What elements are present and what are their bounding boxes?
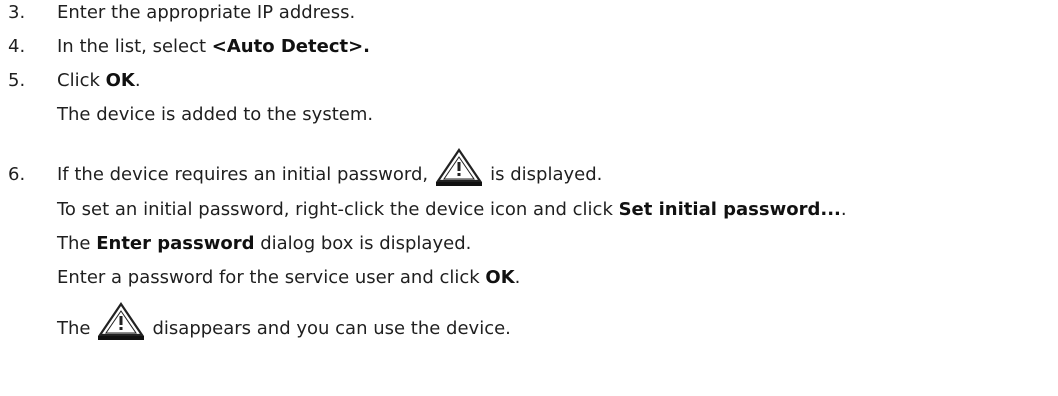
step-5-post: . [134, 70, 141, 91]
step-6-line-5-pre: The [57, 318, 91, 339]
step-5-pre: Click [57, 70, 106, 91]
step-4-number: 4. [8, 36, 26, 57]
step-6-line-4-post: . [514, 267, 521, 288]
step-6-line-2: To set an initial password, right-click … [57, 199, 847, 221]
step-5-bold: OK [105, 70, 135, 91]
step-4-pre: In the list, select [57, 36, 212, 57]
step-6-line-1: If the device requires an initial passwo… [57, 148, 602, 195]
step-6-line-2-bold: Set initial password... [618, 199, 841, 220]
step-6-line-3-pre: The [57, 233, 97, 254]
warning-triangle-icon [98, 302, 145, 340]
step-4-text: In the list, select <Auto Detect>. [57, 36, 370, 58]
step-5-number: 5. [8, 70, 26, 91]
step-6-line-5: The disappears and you can use the device… [57, 302, 511, 349]
step-6-line-3: The Enter password dialog box is display… [57, 233, 471, 255]
step-6-line-2-pre: To set an initial password, right-click … [57, 199, 619, 220]
step-6-line-1-post: is displayed. [490, 164, 603, 185]
step-6-line-4-bold: OK [485, 267, 515, 288]
step-6-line-4: Enter a password for the service user an… [57, 267, 520, 289]
step-6-number: 6. [8, 164, 26, 185]
step-6-line-3-post: dialog box is displayed. [254, 233, 472, 254]
step-6-line-3-bold: Enter password [96, 233, 255, 254]
step-3-number: 3. [8, 2, 26, 23]
step-6-line-4-pre: Enter a password for the service user an… [57, 267, 486, 288]
warning-triangle-icon [436, 148, 483, 186]
step-6-line-2-post: . [840, 199, 847, 220]
step-5-result: The device is added to the system. [57, 104, 374, 125]
step-4-bold: <Auto Detect>. [211, 36, 371, 57]
step-6-line-1-pre: If the device requires an initial passwo… [57, 164, 429, 185]
step-5-text: Click OK. [57, 70, 141, 92]
step-6-line-5-post: disappears and you can use the device. [152, 318, 511, 339]
step-3-text: Enter the appropriate IP address. [57, 2, 356, 23]
